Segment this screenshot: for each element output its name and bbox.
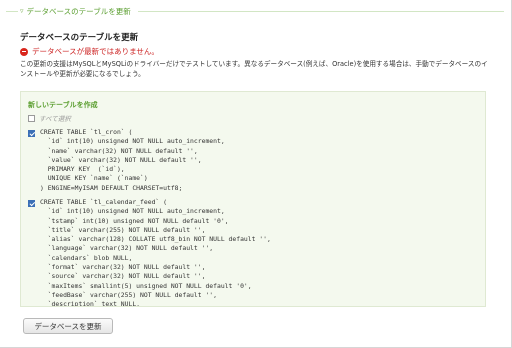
sql-checkbox[interactable] bbox=[28, 130, 35, 137]
update-database-button[interactable]: データベースを更新 bbox=[23, 318, 113, 334]
sql-checkbox[interactable] bbox=[28, 200, 35, 207]
error-icon bbox=[20, 47, 28, 56]
legend-divider-left bbox=[6, 11, 18, 12]
error-text: データベースが最新ではありません。 bbox=[32, 47, 159, 56]
section-legend: データベースのテーブルを更新 bbox=[26, 6, 131, 16]
panel-title: 新しいテーブルを作成 bbox=[28, 101, 98, 109]
chevron-down-icon: ▿ bbox=[20, 7, 24, 15]
sql-text: CREATE TABLE `tl_cron` ( `id` int(10) un… bbox=[40, 128, 225, 192]
select-all-checkbox[interactable]: すべて選択 bbox=[28, 113, 71, 123]
page-title: データベースのテーブルを更新 bbox=[20, 33, 139, 43]
description-text: この更新の支援はMySQLとMySQLiのドライバーだけでテストしています。異な… bbox=[20, 60, 488, 78]
new-tables-panel: 新しいテーブルを作成 すべて選択 CREATE TABLE `tl_cron` … bbox=[20, 91, 486, 307]
select-all-label: すべて選択 bbox=[39, 115, 71, 123]
error-message: データベースが最新ではありません。 bbox=[20, 46, 159, 57]
section-toggle[interactable]: ▿ データベースのテーブルを更新 bbox=[20, 4, 131, 18]
legend-divider-right bbox=[138, 11, 504, 12]
content-frame: ▿ データベースのテーブルを更新 データベースのテーブルを更新 データベースが最… bbox=[0, 0, 512, 348]
sql-text: CREATE TABLE `tl_calendar_feed` ( `id` i… bbox=[40, 198, 271, 307]
checkbox-icon[interactable] bbox=[28, 114, 35, 122]
